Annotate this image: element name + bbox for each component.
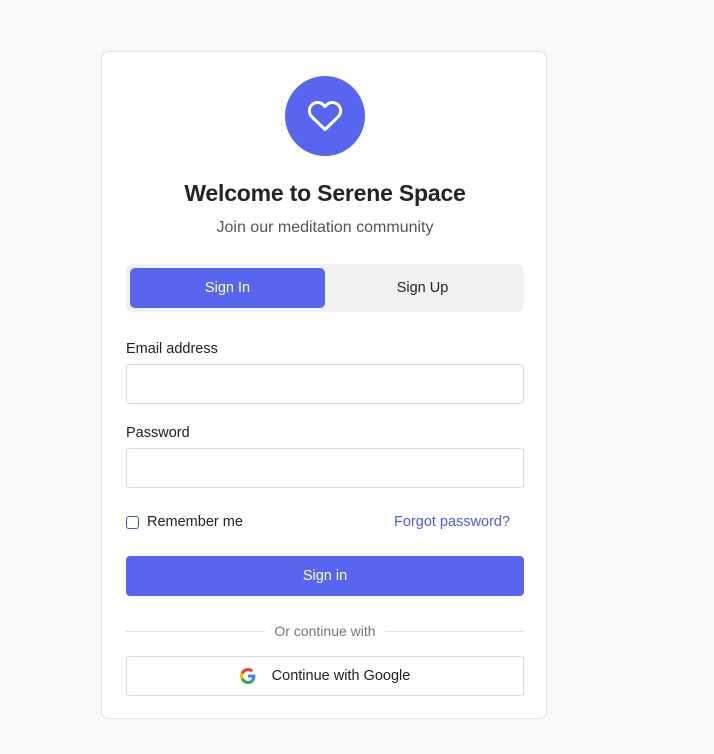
sign-in-button[interactable]: Sign in — [126, 556, 524, 596]
heart-icon — [307, 100, 343, 131]
email-label: Email address — [126, 341, 218, 357]
divider: Or continue with — [126, 622, 525, 640]
google-button-label: Continue with Google — [271, 668, 411, 684]
auth-tabs: Sign In Sign Up — [126, 264, 524, 312]
tab-sign-up[interactable]: Sign Up — [325, 268, 520, 308]
login-card: Welcome to Serene Space Join our meditat… — [101, 51, 547, 719]
google-icon — [239, 668, 256, 684]
divider-line-right — [384, 630, 525, 632]
password-label: Password — [126, 425, 190, 441]
remember-me-row[interactable]: Remember me — [126, 514, 243, 530]
remember-me-label: Remember me — [147, 514, 243, 530]
remember-me-checkbox[interactable] — [126, 515, 139, 529]
google-sign-in-button[interactable]: Continue with Google — [126, 656, 524, 696]
forgot-password-link[interactable]: Forgot password? — [394, 514, 510, 530]
email-field[interactable] — [126, 364, 524, 404]
logo-badge — [285, 76, 365, 156]
divider-text: Or continue with — [274, 623, 376, 639]
page-subtitle: Join our meditation community — [216, 219, 434, 236]
page-title: Welcome to Serene Space — [184, 180, 466, 206]
password-field[interactable] — [126, 448, 524, 488]
divider-line-left — [126, 630, 266, 632]
tab-sign-in[interactable]: Sign In — [130, 268, 325, 308]
